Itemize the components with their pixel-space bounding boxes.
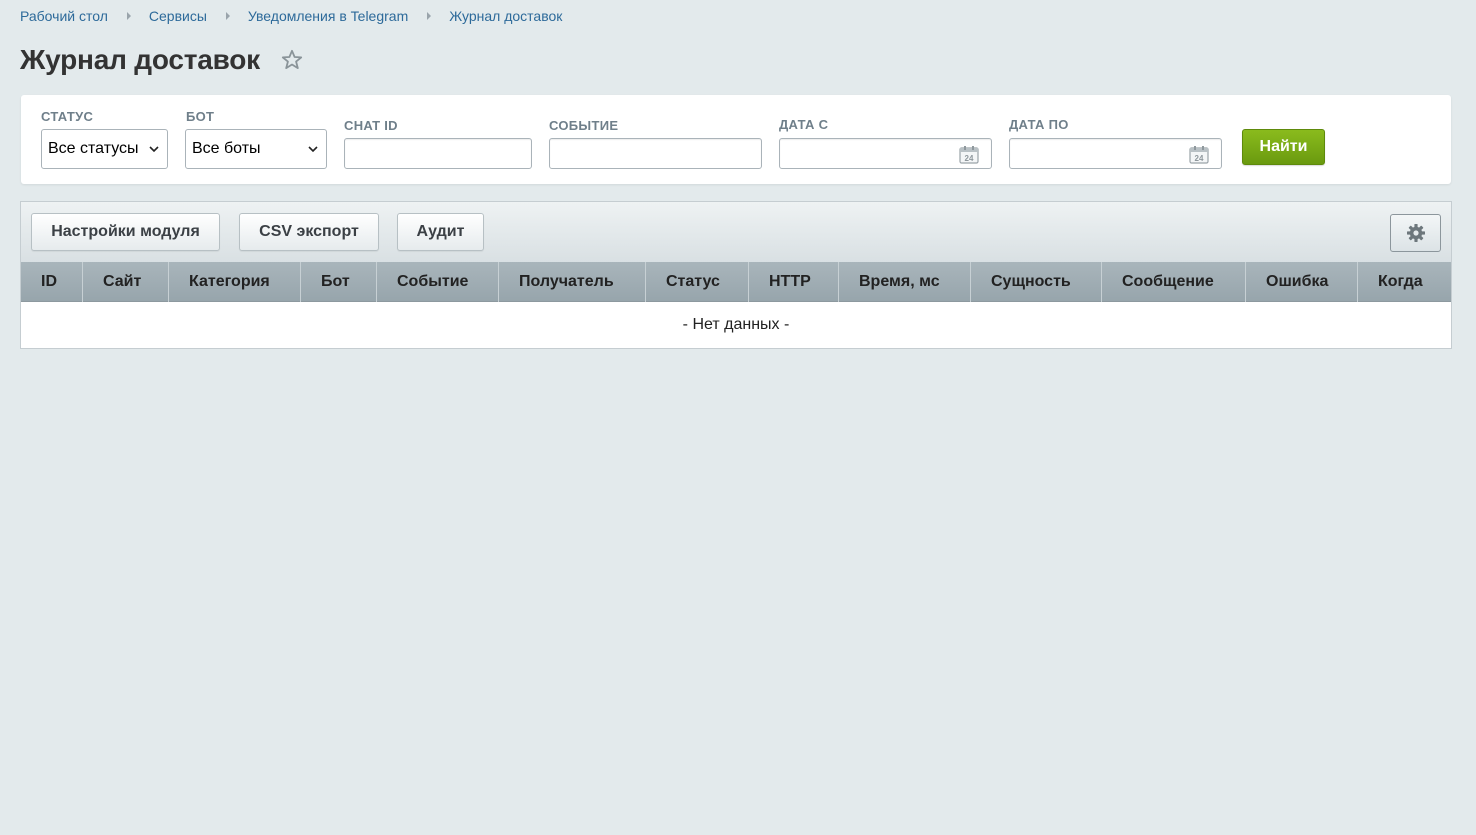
chevron-down-icon — [308, 146, 318, 153]
chat-id-input[interactable] — [344, 138, 532, 169]
column-header-when[interactable]: Когда — [1358, 262, 1451, 302]
csv-export-button[interactable]: CSV экспорт — [239, 213, 379, 251]
calendar-day-label: 24 — [1195, 154, 1204, 163]
breadcrumb: Рабочий стол Сервисы Уведомления в Teleg… — [20, 7, 562, 25]
date-from-filter-label: ДАТА С — [779, 117, 829, 132]
event-filter-label: СОБЫТИЕ — [549, 118, 619, 133]
log-grid: Настройки модуля CSV экспорт Аудит ID Са… — [20, 201, 1452, 349]
column-header-id[interactable]: ID — [21, 262, 83, 302]
column-header-recipient[interactable]: Получатель — [499, 262, 646, 302]
status-select[interactable]: Все статусы — [41, 129, 168, 169]
breadcrumb-item-desktop[interactable]: Рабочий стол — [20, 8, 108, 24]
grid-settings-button[interactable] — [1390, 214, 1441, 252]
column-header-error[interactable]: Ошибка — [1246, 262, 1358, 302]
status-select-value: Все статусы — [48, 140, 139, 157]
breadcrumb-separator-icon — [427, 12, 432, 20]
breadcrumb-item-telegram-notifications[interactable]: Уведомления в Telegram — [248, 8, 408, 24]
bot-select[interactable]: Все боты — [185, 129, 327, 169]
bot-filter-label: БОТ — [186, 109, 215, 124]
page-title: Журнал доставок — [20, 44, 260, 75]
date-from-input[interactable]: 24 — [779, 138, 992, 169]
calendar-day-label: 24 — [965, 154, 974, 163]
column-header-http[interactable]: HTTP — [749, 262, 839, 302]
column-header-status[interactable]: Статус — [646, 262, 749, 302]
star-icon[interactable] — [280, 48, 304, 72]
bot-select-value: Все боты — [192, 140, 261, 157]
date-to-input[interactable]: 24 — [1009, 138, 1222, 169]
breadcrumb-item-services[interactable]: Сервисы — [149, 8, 207, 24]
column-header-message[interactable]: Сообщение — [1102, 262, 1246, 302]
gear-icon — [1406, 224, 1425, 242]
column-header-time-ms[interactable]: Время, мс — [839, 262, 971, 302]
date-to-filter-label: ДАТА ПО — [1009, 117, 1069, 132]
breadcrumb-item-delivery-log[interactable]: Журнал доставок — [449, 8, 562, 24]
status-filter-label: СТАТУС — [41, 109, 94, 124]
empty-table-message: - Нет данных - — [21, 302, 1451, 348]
column-header-event[interactable]: Событие — [377, 262, 499, 302]
breadcrumb-separator-icon — [126, 12, 131, 20]
breadcrumb-separator-icon — [225, 12, 230, 20]
chat-id-filter-label: CHAT ID — [344, 118, 398, 133]
page-header: Журнал доставок — [20, 42, 304, 78]
column-header-bot[interactable]: Бот — [301, 262, 377, 302]
column-header-site[interactable]: Сайт — [83, 262, 169, 302]
column-header-entity[interactable]: Сущность — [971, 262, 1102, 302]
grid-toolbar: Настройки модуля CSV экспорт Аудит — [21, 202, 1451, 262]
module-settings-button[interactable]: Настройки модуля — [31, 213, 220, 251]
filter-panel: СТАТУС Все статусы БОТ Все боты CHAT ID … — [21, 95, 1451, 184]
event-input[interactable] — [549, 138, 762, 169]
calendar-icon[interactable]: 24 — [959, 145, 979, 164]
chevron-down-icon — [149, 146, 159, 153]
table-header: ID Сайт Категория Бот Событие Получатель… — [21, 262, 1451, 302]
find-button[interactable]: Найти — [1242, 129, 1325, 165]
audit-button[interactable]: Аудит — [397, 213, 484, 251]
column-header-category[interactable]: Категория — [169, 262, 301, 302]
calendar-icon[interactable]: 24 — [1189, 145, 1209, 164]
